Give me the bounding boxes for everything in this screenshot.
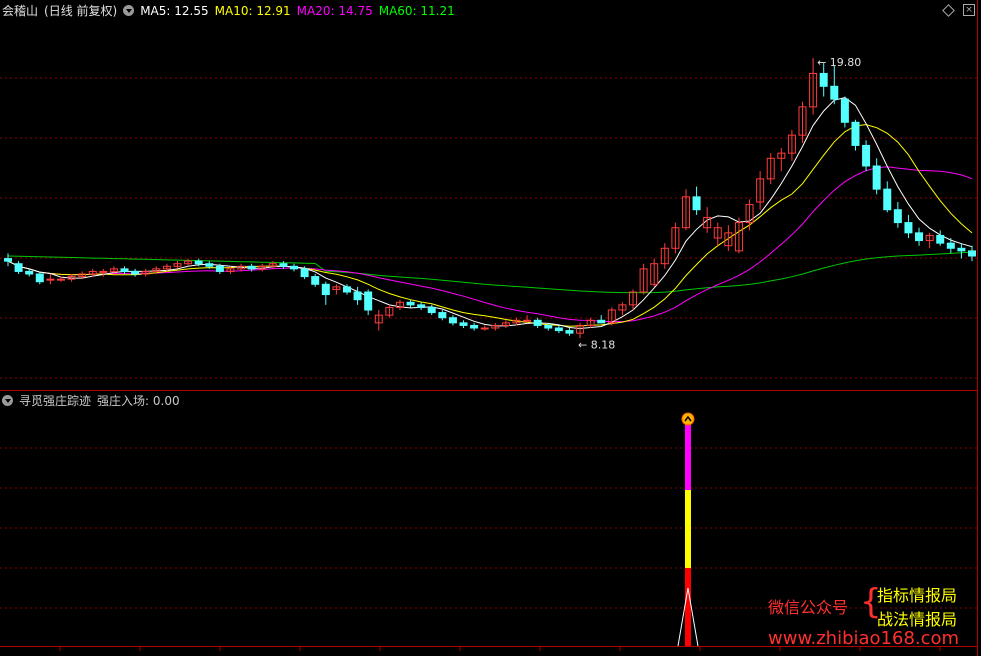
- candle-body: [565, 330, 574, 334]
- candle-body: [957, 247, 966, 252]
- candle-body: [35, 273, 44, 283]
- candle-body: [215, 265, 224, 272]
- low-price-label: ← 8.18: [578, 338, 615, 351]
- candle-body: [523, 319, 532, 322]
- candle-body: [554, 327, 563, 332]
- candle-body: [819, 72, 828, 87]
- candle-body: [904, 222, 913, 234]
- candle-body: [311, 276, 320, 285]
- ma10-label: MA10: 12.91: [214, 4, 291, 18]
- candle-body: [120, 268, 129, 272]
- candle-body: [290, 265, 299, 270]
- candle-body: [194, 260, 203, 265]
- candle-body: [131, 270, 140, 275]
- candle-body: [438, 312, 447, 319]
- indicator-value: 强庄入场: 0.00: [97, 394, 180, 408]
- candle-body: [25, 270, 34, 275]
- candle-body: [872, 165, 881, 190]
- candle-body: [205, 263, 214, 267]
- candle-body: [4, 258, 12, 262]
- watermark-wechat: 微信公众号: [768, 598, 849, 617]
- candle-body: [851, 121, 860, 146]
- indicator-panel-header: 寻觅强庄踪迹 强庄入场: 0.00: [2, 392, 186, 410]
- watermark-url: www.zhibiao168.com: [768, 628, 960, 649]
- candle-body: [915, 232, 924, 242]
- indicator-bar-magenta: [684, 418, 691, 490]
- indicator-bar-red: [684, 568, 691, 646]
- dropdown-icon[interactable]: [123, 5, 135, 16]
- candle-body: [544, 324, 553, 329]
- candle-body: [448, 317, 457, 324]
- candle-body: [692, 196, 701, 211]
- ma20-line: [7, 166, 973, 323]
- candle-body: [470, 324, 479, 329]
- candle-body: [46, 278, 55, 281]
- ma10-line: [7, 124, 973, 327]
- candle-body: [56, 278, 65, 281]
- candle-body: [459, 322, 468, 326]
- candle-body: [968, 250, 976, 257]
- candle-body: [830, 85, 839, 100]
- main-panel-header: 会稽山 (日线 前复权) MA5: 12.55 MA10: 12.91 MA20: 14…: [2, 2, 461, 20]
- candle-body: [597, 319, 606, 324]
- candle-body: [946, 242, 955, 249]
- candle-body: [300, 268, 309, 278]
- dropdown-icon[interactable]: [2, 395, 13, 406]
- stock-name: 会稽山: [2, 4, 39, 18]
- watermark-line1: 指标情报局: [877, 586, 958, 605]
- candle-body: [247, 265, 256, 270]
- ma5-line: [7, 97, 973, 330]
- ma20-label: MA20: 14.75: [296, 4, 373, 18]
- indicator-bar-yellow: [684, 490, 691, 568]
- high-price-label: ← 19.80: [817, 56, 861, 69]
- candle-body: [480, 327, 489, 330]
- candle-body: [893, 209, 902, 224]
- close-icon[interactable]: ×: [963, 4, 975, 16]
- kline-chart[interactable]: ← 19.80 ← 8.18: [0, 0, 981, 656]
- candle-body: [936, 234, 945, 244]
- candle-body: [364, 291, 373, 311]
- candle-body: [840, 98, 849, 123]
- candle-body: [279, 263, 288, 267]
- signal-marker-icon: [681, 412, 695, 426]
- period-label: (日线 前复权): [44, 4, 118, 18]
- candle-body: [533, 319, 542, 326]
- watermark-line2: 战法情报局: [877, 610, 958, 629]
- candle-body: [883, 188, 892, 211]
- candle-body: [99, 270, 108, 273]
- ma60-label: MA60: 11.21: [378, 4, 455, 18]
- candle-body: [342, 286, 351, 293]
- candle-body: [353, 291, 362, 301]
- candle-body: [321, 283, 330, 296]
- candle-body: [862, 144, 871, 167]
- candle-body: [417, 304, 426, 308]
- ma5-label: MA5: 12.55: [140, 4, 209, 18]
- indicator-name: 寻觅强庄踪迹: [19, 394, 92, 408]
- candle-body: [406, 301, 415, 306]
- candle-body: [14, 263, 23, 272]
- candle-body: [427, 306, 436, 314]
